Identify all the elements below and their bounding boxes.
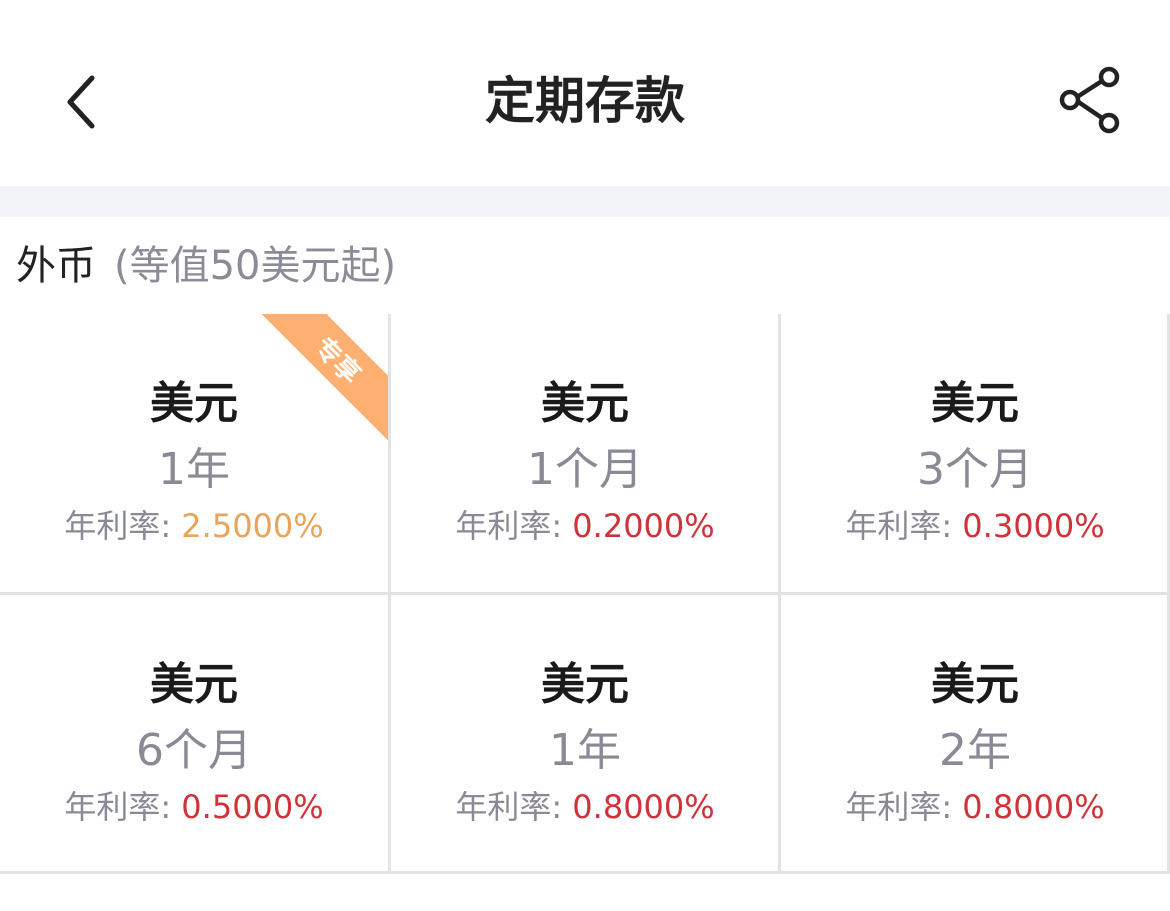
section-header: 外币 (等值50美元起) <box>16 238 396 294</box>
rate-value: 2.5000% <box>181 507 324 545</box>
product-card[interactable]: 美元 3个月 年利率: 0.3000% <box>781 314 1169 592</box>
rate-value: 0.2000% <box>572 507 715 545</box>
rate-label: 年利率: <box>845 507 953 545</box>
app-header: 定期存款 <box>0 0 1170 186</box>
product-rate-row: 年利率: 0.2000% <box>391 504 779 548</box>
product-currency: 美元 <box>150 378 238 429</box>
product-term: 3个月 <box>917 444 1033 495</box>
section-title: 外币 <box>16 243 96 289</box>
product-term: 1年 <box>158 444 230 495</box>
grid-divider <box>0 592 1170 595</box>
product-currency: 美元 <box>541 378 629 429</box>
rate-value: 0.8000% <box>572 788 715 826</box>
product-card[interactable]: 美元 6个月 年利率: 0.5000% <box>0 595 388 873</box>
product-term: 2年 <box>939 725 1011 776</box>
share-button[interactable] <box>1050 58 1134 142</box>
product-card[interactable]: 美元 2年 年利率: 0.8000% <box>781 595 1169 873</box>
rate-value: 0.8000% <box>962 788 1105 826</box>
section-divider <box>0 186 1170 217</box>
product-rate-row: 年利率: 0.8000% <box>391 785 779 829</box>
product-rate-row: 年利率: 0.8000% <box>781 785 1169 829</box>
rate-label: 年利率: <box>455 507 563 545</box>
product-card[interactable]: 美元 1年 年利率: 2.5000% 专享 <box>0 314 388 592</box>
section-subtitle: (等值50美元起) <box>114 243 397 289</box>
rate-label: 年利率: <box>845 788 953 826</box>
grid-divider <box>0 871 1170 874</box>
product-term: 6个月 <box>136 725 252 776</box>
product-currency: 美元 <box>931 659 1019 710</box>
product-rate-row: 年利率: 2.5000% <box>0 504 388 548</box>
rate-value: 0.5000% <box>181 788 324 826</box>
product-currency: 美元 <box>150 659 238 710</box>
product-currency: 美元 <box>541 659 629 710</box>
rate-label: 年利率: <box>64 507 172 545</box>
product-card[interactable]: 美元 1个月 年利率: 0.2000% <box>391 314 779 592</box>
page-title: 定期存款 <box>485 72 685 130</box>
back-button[interactable] <box>40 62 120 142</box>
rate-label: 年利率: <box>64 788 172 826</box>
product-card[interactable]: 美元 1年 年利率: 0.8000% <box>391 595 779 873</box>
product-term: 1年 <box>549 725 621 776</box>
product-rate-row: 年利率: 0.3000% <box>781 504 1169 548</box>
share-icon <box>1059 66 1120 134</box>
chevron-left-icon <box>67 75 95 129</box>
rate-value: 0.3000% <box>962 507 1105 545</box>
product-term: 1个月 <box>527 444 643 495</box>
product-currency: 美元 <box>931 378 1019 429</box>
product-grid: 美元 1年 年利率: 2.5000% 专享 美元 1个月 年利率: 0.2000… <box>0 314 1170 874</box>
rate-label: 年利率: <box>455 788 563 826</box>
product-rate-row: 年利率: 0.5000% <box>0 785 388 829</box>
